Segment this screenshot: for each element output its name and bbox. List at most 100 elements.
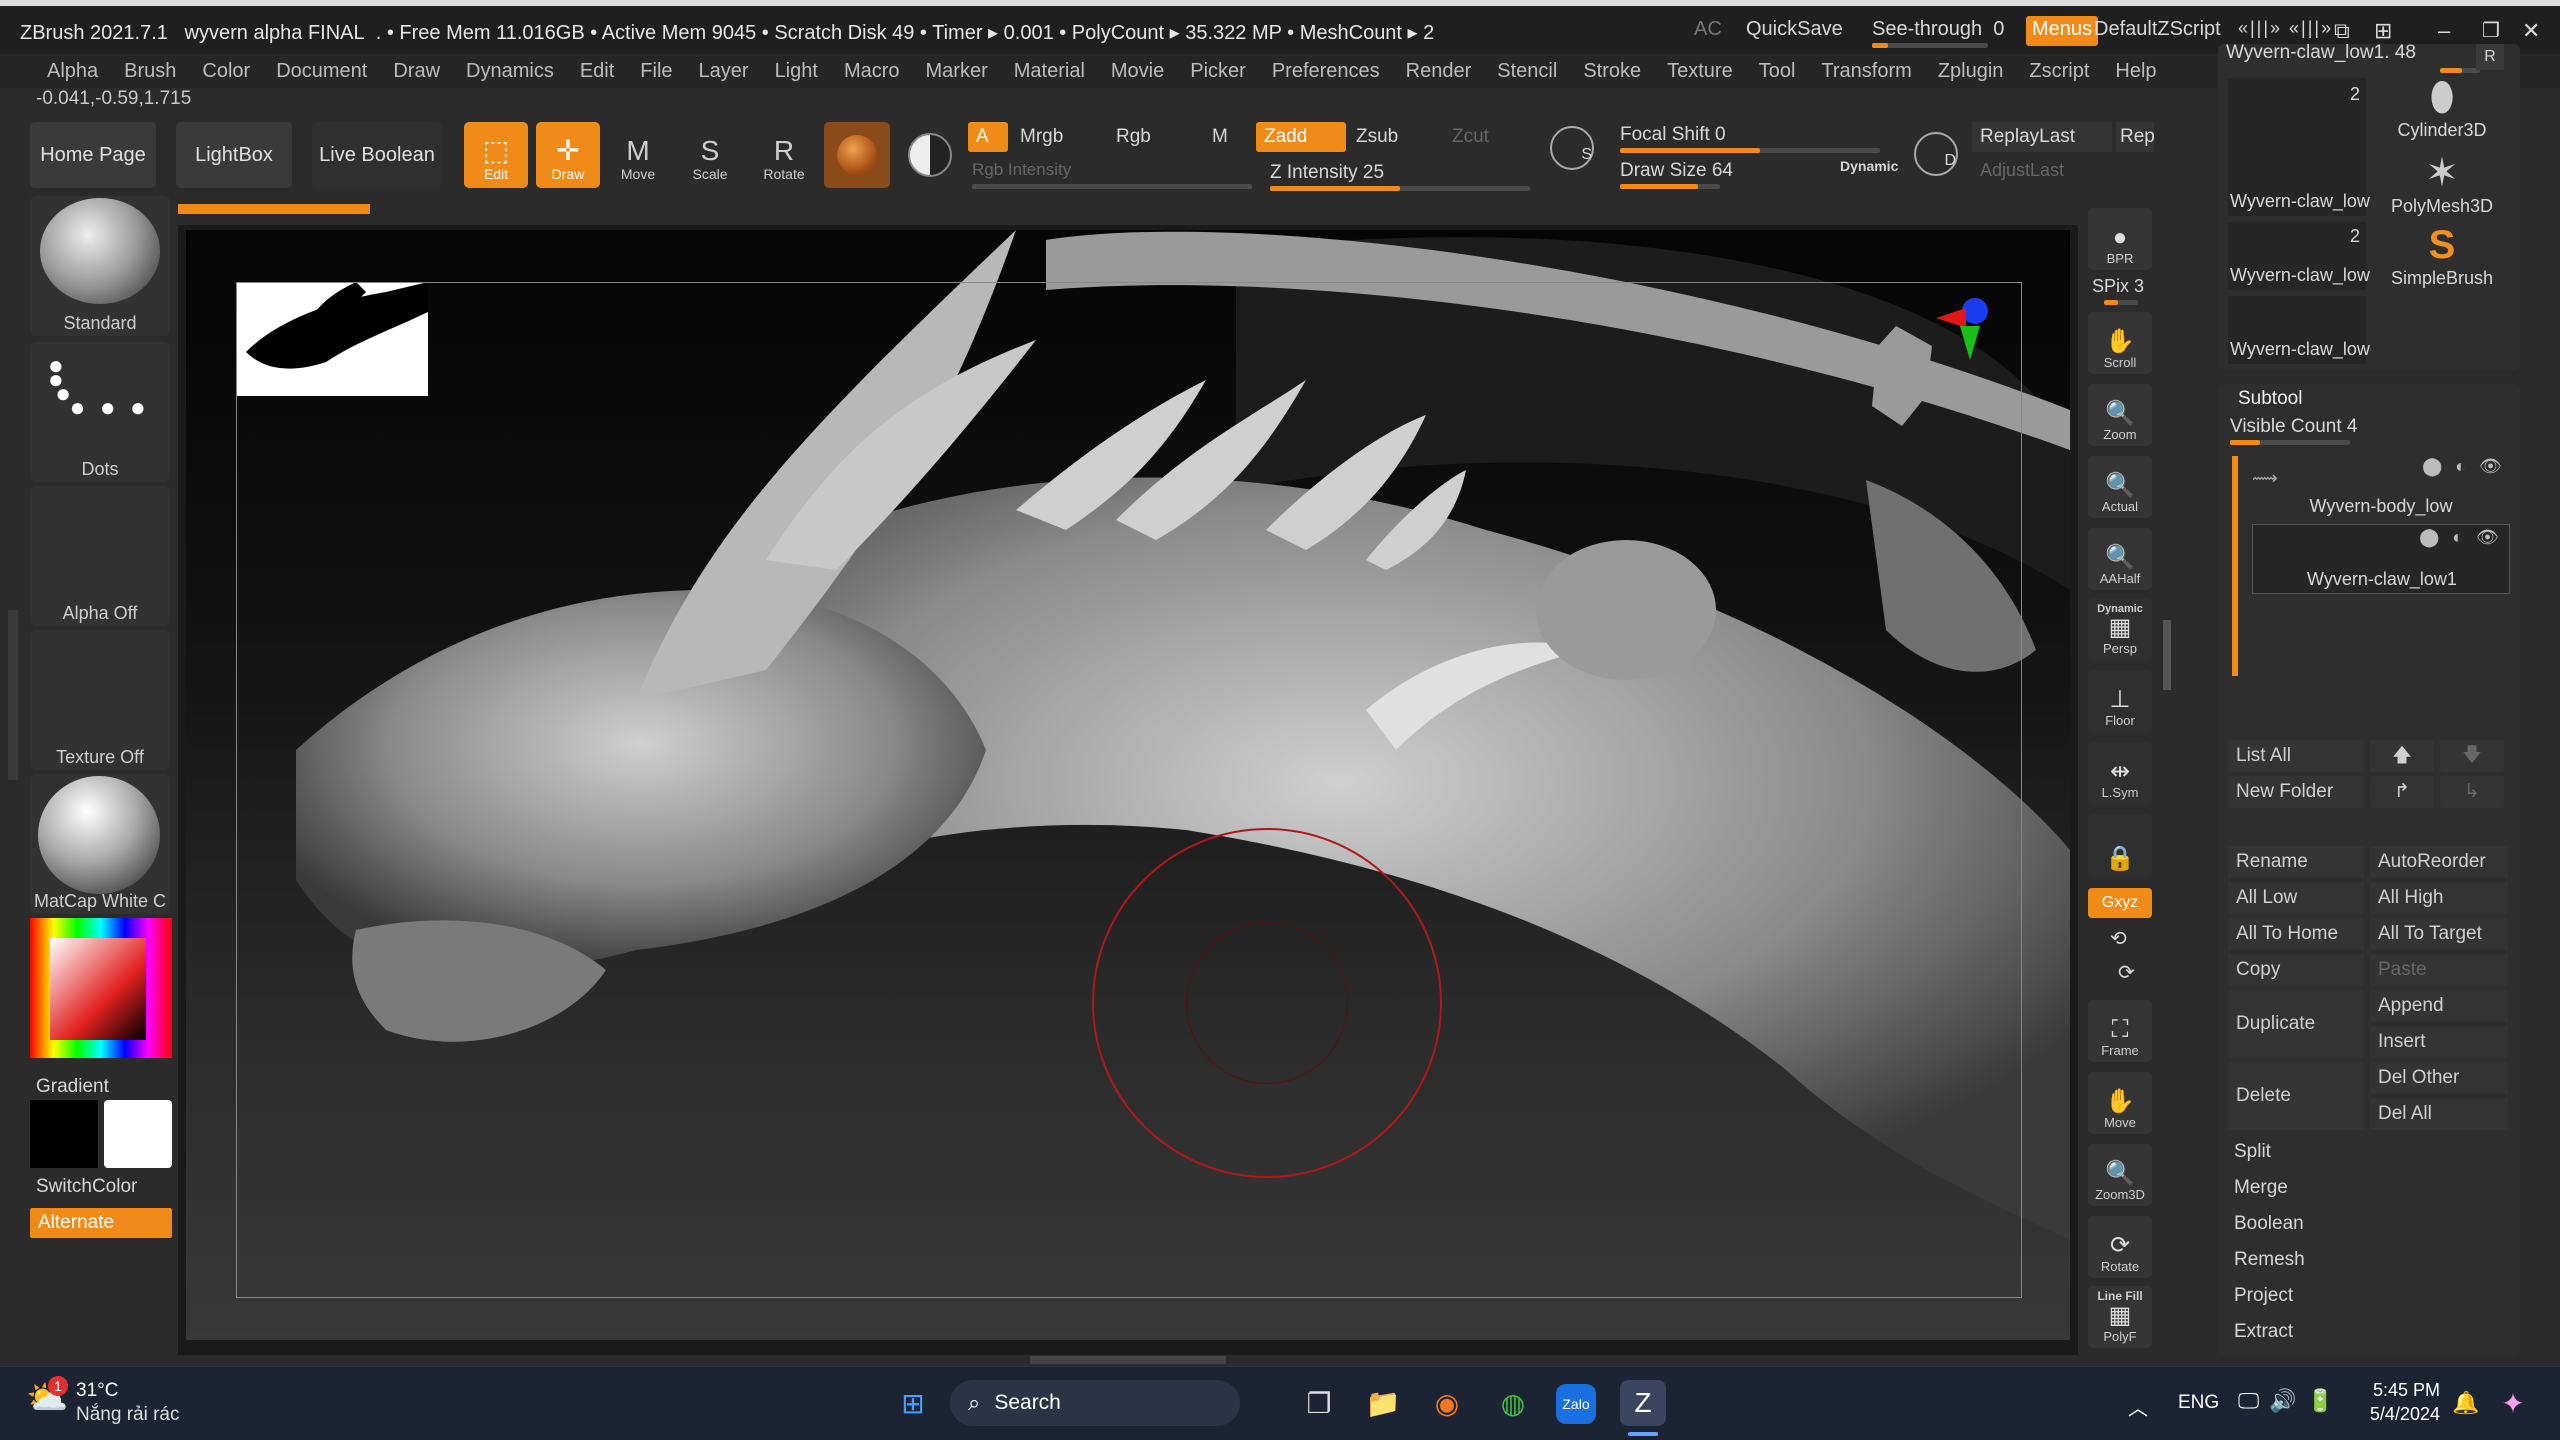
actual-button[interactable]: 🔍 Actual [2088, 456, 2152, 518]
viewport-canvas[interactable] [186, 230, 2070, 1340]
home-page-button[interactable]: Home Page [30, 122, 156, 188]
autoreorder-button[interactable]: AutoReorder [2370, 846, 2508, 878]
menu-file[interactable]: File [627, 54, 685, 88]
color-picker[interactable] [30, 918, 172, 1058]
visible-count-label[interactable]: Visible Count 4 [2230, 416, 2357, 438]
right-tray-handle[interactable] [2163, 620, 2171, 690]
replaylast-button[interactable]: ReplayLast [1972, 122, 2112, 152]
spix-label[interactable]: SPix 3 [2092, 276, 2144, 297]
bpr-button[interactable]: ● BPR [2088, 208, 2152, 270]
notification-bell-icon[interactable]: 🔔 [2452, 1390, 2479, 1416]
merge-section[interactable]: Merge [2220, 1170, 2288, 1206]
visible-count-slider[interactable] [2230, 440, 2350, 445]
stroke-s-icon[interactable]: S [1550, 126, 1594, 170]
minimize-icon[interactable]: – [2438, 18, 2450, 44]
left-tray-handle[interactable] [8, 610, 18, 780]
stroke-d-icon[interactable]: D [1914, 132, 1958, 176]
duplicate-button[interactable]: Duplicate [2228, 990, 2364, 1058]
menu-tool[interactable]: Tool [1746, 54, 1809, 88]
menu-preferences[interactable]: Preferences [1259, 54, 1393, 88]
del-all-button[interactable]: Del All [2370, 1098, 2508, 1130]
language-indicator[interactable]: ENG [2178, 1392, 2219, 1414]
tool-thumb-3[interactable]: Wyvern-claw_low [2228, 296, 2370, 364]
clock-time[interactable]: 5:45 PM [2368, 1380, 2440, 1401]
texture-swatch-button[interactable] [900, 122, 960, 188]
a-toggle[interactable]: A [968, 122, 1008, 152]
gradient-label[interactable]: Gradient [36, 1076, 109, 1098]
lsym-button[interactable]: ⇹ L.Sym [2088, 742, 2152, 804]
color-square[interactable] [50, 938, 146, 1040]
cylinder3d-tool[interactable]: ⬮ Cylinder3D [2382, 74, 2502, 144]
clock-date[interactable]: 5/4/2024 [2356, 1404, 2440, 1425]
quicksave-button[interactable]: QuickSave [1746, 18, 1843, 41]
ac-label[interactable]: AC [1694, 18, 1722, 41]
menu-help[interactable]: Help [2102, 54, 2169, 88]
xyz-toggle[interactable]: Gxyz [2088, 888, 2152, 918]
tool-thumb-2[interactable]: 2 Wyvern-claw_low [2228, 222, 2370, 290]
menus-toggle[interactable]: Menus [2026, 16, 2099, 46]
menu-marker[interactable]: Marker [913, 54, 1001, 88]
material-thumb[interactable]: MatCap White C [30, 774, 170, 914]
texture-thumb[interactable]: Texture Off [30, 630, 170, 770]
focal-shift-slider[interactable] [1620, 148, 1880, 153]
menu-stroke[interactable]: Stroke [1570, 54, 1654, 88]
dynamic-toggle[interactable]: Dynamic [1840, 158, 1898, 174]
menu-layer[interactable]: Layer [686, 54, 762, 88]
all-to-home-button[interactable]: All To Home [2228, 918, 2364, 950]
live-boolean-button[interactable]: Live Boolean [312, 122, 442, 188]
move-button[interactable]: M Move [606, 122, 670, 188]
edit-button[interactable]: ⬚ Edit [464, 122, 528, 188]
folder-arrow2-icon[interactable]: ↳ [2440, 776, 2504, 808]
stroke-thumb[interactable]: ● ● ● ● ● ● Dots [30, 342, 170, 482]
frame-button[interactable]: ⛶ Frame [2088, 1000, 2152, 1062]
zadd-toggle[interactable]: Zadd [1256, 122, 1346, 152]
primary-color-swatch[interactable] [104, 1100, 172, 1168]
menu-draw[interactable]: Draw [380, 54, 453, 88]
all-to-target-button[interactable]: All To Target [2370, 918, 2508, 950]
extract-section[interactable]: Extract [2220, 1314, 2293, 1350]
folder-arrow-icon[interactable]: ↱ [2370, 776, 2434, 808]
tool-r-button[interactable]: R [2476, 44, 2504, 70]
menu-edit[interactable]: Edit [567, 54, 627, 88]
menu-picker[interactable]: Picker [1177, 54, 1259, 88]
z-intensity-label[interactable]: Z Intensity 25 [1270, 162, 1384, 184]
body-toggles-icon[interactable]: ⬤ ◐ 👁 [2422, 456, 2506, 477]
all-high-button[interactable]: All High [2370, 882, 2508, 914]
default-zscript-button[interactable]: DefaultZScript [2094, 18, 2221, 41]
menu-render[interactable]: Render [1393, 54, 1485, 88]
menu-document[interactable]: Document [263, 54, 380, 88]
rep-button[interactable]: Rep [2116, 122, 2155, 152]
menu-dynamics[interactable]: Dynamics [453, 54, 567, 88]
z-intensity-slider[interactable] [1270, 186, 1530, 191]
weather-label[interactable]: Nắng rải rác [76, 1404, 180, 1426]
aahalf-button[interactable]: 🔍 AAHalf [2088, 528, 2152, 590]
system-tray-icons[interactable]: 🖵🔊🔋 [2238, 1388, 2344, 1414]
menu-brush[interactable]: Brush [111, 54, 189, 88]
brush-thumb[interactable]: Standard [30, 196, 170, 336]
adjustlast-label[interactable]: AdjustLast [1980, 160, 2064, 181]
zsub-button[interactable]: Zsub [1356, 126, 1398, 148]
popup-icon[interactable]: ⊞ [2374, 18, 2392, 44]
menu-color[interactable]: Color [189, 54, 263, 88]
menu-zplugin[interactable]: Zplugin [1925, 54, 2017, 88]
boolean-section[interactable]: Boolean [2220, 1206, 2304, 1242]
menu-material[interactable]: Material [1001, 54, 1098, 88]
menu-stencil[interactable]: Stencil [1484, 54, 1570, 88]
gizmo-navigation[interactable] [1866, 286, 2026, 446]
subtool-item-body[interactable]: ⟿ ⬤ ◐ 👁 Wyvern-body_low [2250, 456, 2512, 522]
menu-alpha[interactable]: Alpha [34, 54, 111, 88]
rotate-view-button[interactable]: ⟳ Rotate [2088, 1216, 2152, 1278]
paste-button[interactable]: Paste [2370, 954, 2508, 986]
alternate-toggle[interactable]: Alternate [30, 1208, 172, 1238]
list-all-button[interactable]: List All [2228, 740, 2364, 772]
zbrush-taskbar-icon[interactable]: Z [1620, 1380, 1666, 1426]
polyf-button[interactable]: Line Fill ▦ PolyF [2088, 1286, 2152, 1348]
rotate-z-icon[interactable]: ⟳ [2118, 960, 2135, 985]
tool-slider[interactable] [2440, 68, 2480, 73]
secondary-color-swatch[interactable] [30, 1100, 98, 1168]
move-up-icon[interactable]: 🡅 [2370, 740, 2434, 772]
menu-transform[interactable]: Transform [1808, 54, 1924, 88]
persp-button[interactable]: Dynamic ▦ Persp [2088, 598, 2152, 660]
delete-button[interactable]: Delete [2228, 1062, 2364, 1130]
split-section[interactable]: Split [2220, 1134, 2271, 1170]
